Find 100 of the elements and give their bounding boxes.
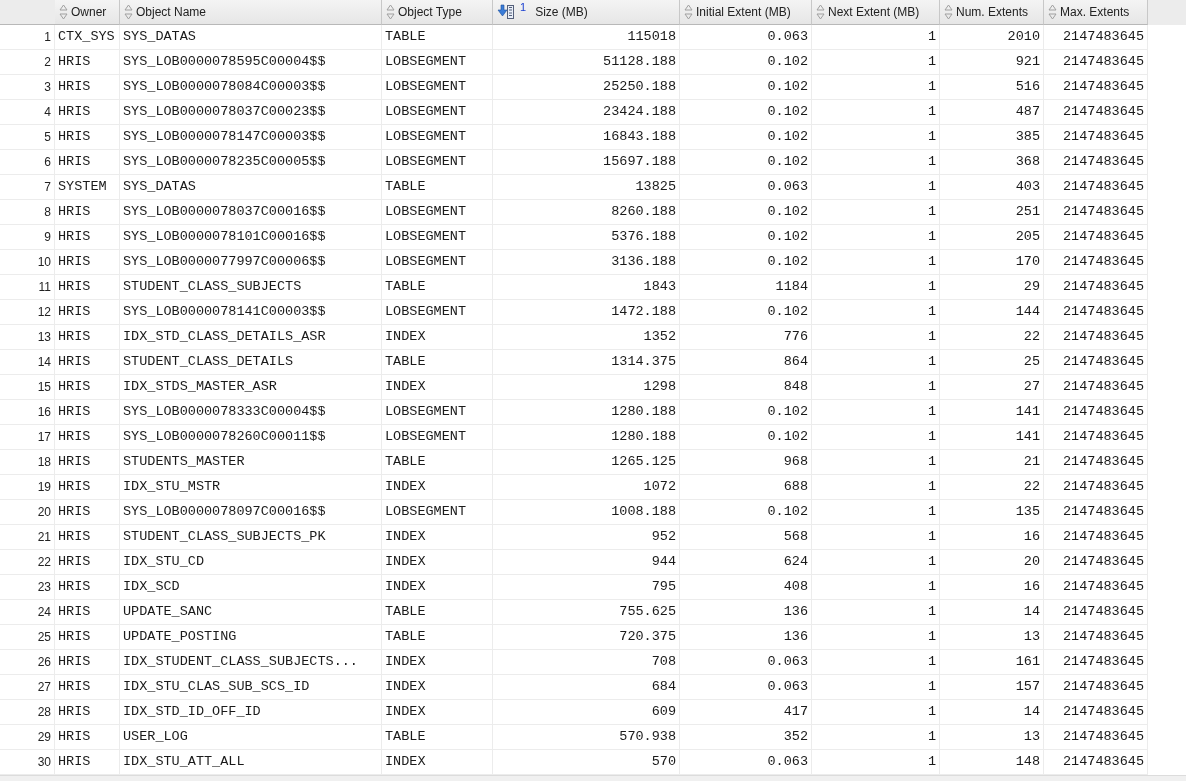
column-header[interactable]: Owner: [55, 0, 120, 25]
table-cell: SYS_LOB0000078101C00016$$: [120, 225, 382, 250]
table-cell: HRIS: [55, 675, 120, 700]
table-cell: 2147483645: [1044, 350, 1148, 375]
sort-arrows-icon: [944, 4, 953, 20]
table-cell: 720.375: [493, 625, 680, 650]
table-cell: IDX_STDS_MASTER_ASR: [120, 375, 382, 400]
row-number: 12: [0, 300, 55, 325]
table-cell: INDEX: [382, 475, 493, 500]
table-cell: 0.102: [680, 50, 812, 75]
table-cell: 1: [812, 50, 940, 75]
table-cell: 408: [680, 575, 812, 600]
column-header[interactable]: Object Name: [120, 0, 382, 25]
table-cell: 2147483645: [1044, 450, 1148, 475]
table-cell: 708: [493, 650, 680, 675]
table-cell: 2147483645: [1044, 275, 1148, 300]
column-header[interactable]: Object Type: [382, 0, 493, 25]
row-number: 16: [0, 400, 55, 425]
row-number: 8: [0, 200, 55, 225]
table-cell: 568: [680, 525, 812, 550]
corner-header: [0, 0, 55, 25]
column-header[interactable]: Max. Extents: [1044, 0, 1148, 25]
row-number: 6: [0, 150, 55, 175]
table-cell: 848: [680, 375, 812, 400]
table-cell: 1: [812, 675, 940, 700]
table-cell: 1: [812, 575, 940, 600]
column-header[interactable]: Next Extent (MB): [812, 0, 940, 25]
table-cell: HRIS: [55, 300, 120, 325]
table-cell: HRIS: [55, 375, 120, 400]
table-cell: 1: [812, 25, 940, 50]
table-cell: 2147483645: [1044, 125, 1148, 150]
table-cell: 13: [940, 625, 1044, 650]
table-cell: 2147483645: [1044, 325, 1148, 350]
table-cell: SYS_LOB0000078235C00005$$: [120, 150, 382, 175]
table-cell: 136: [680, 600, 812, 625]
table-cell: 688: [680, 475, 812, 500]
table-cell: LOBSEGMENT: [382, 425, 493, 450]
table-cell: SYS_LOB0000078097C00016$$: [120, 500, 382, 525]
table-cell: 2147483645: [1044, 600, 1148, 625]
row-number: 19: [0, 475, 55, 500]
table-cell: SYS_LOB0000078084C00003$$: [120, 75, 382, 100]
table-cell: 2147483645: [1044, 650, 1148, 675]
table-cell: 14: [940, 700, 1044, 725]
table-cell: 1: [812, 725, 940, 750]
table-cell: 2147483645: [1044, 725, 1148, 750]
table-cell: 136: [680, 625, 812, 650]
table-cell: 2147483645: [1044, 50, 1148, 75]
table-cell: HRIS: [55, 100, 120, 125]
table-cell: 0.063: [680, 675, 812, 700]
table-cell: 21: [940, 450, 1044, 475]
table-cell: LOBSEGMENT: [382, 250, 493, 275]
table-cell: LOBSEGMENT: [382, 100, 493, 125]
row-number: 13: [0, 325, 55, 350]
row-number: 3: [0, 75, 55, 100]
table-cell: 952: [493, 525, 680, 550]
table-cell: 13825: [493, 175, 680, 200]
column-header[interactable]: Num. Extents: [940, 0, 1044, 25]
table-cell: 1472.188: [493, 300, 680, 325]
table-cell: 0.102: [680, 100, 812, 125]
table-cell: LOBSEGMENT: [382, 125, 493, 150]
sort-arrows-icon: [1048, 4, 1057, 20]
table-cell: 141: [940, 400, 1044, 425]
table-cell: TABLE: [382, 625, 493, 650]
table-cell: IDX_STU_CLAS_SUB_SCS_ID: [120, 675, 382, 700]
table-cell: HRIS: [55, 575, 120, 600]
table-cell: 0.102: [680, 250, 812, 275]
table-cell: LOBSEGMENT: [382, 400, 493, 425]
table-cell: SYS_LOB0000078037C00016$$: [120, 200, 382, 225]
table-cell: STUDENT_CLASS_DETAILS: [120, 350, 382, 375]
row-number: 14: [0, 350, 55, 375]
table-cell: 487: [940, 100, 1044, 125]
sort-arrows-icon: [684, 4, 693, 20]
table-cell: HRIS: [55, 75, 120, 100]
table-cell: UPDATE_SANC: [120, 600, 382, 625]
table-cell: 2010: [940, 25, 1044, 50]
table-cell: 0.102: [680, 400, 812, 425]
table-cell: HRIS: [55, 125, 120, 150]
table-cell: USER_LOG: [120, 725, 382, 750]
column-header[interactable]: Initial Extent (MB): [680, 0, 812, 25]
table-cell: TABLE: [382, 725, 493, 750]
table-cell: HRIS: [55, 400, 120, 425]
table-cell: 25: [940, 350, 1044, 375]
column-header[interactable]: 1 Size (MB): [493, 0, 680, 25]
table-cell: IDX_STUDENT_CLASS_SUBJECTS...: [120, 650, 382, 675]
table-cell: 1: [812, 400, 940, 425]
horizontal-scrollbar[interactable]: [0, 775, 1186, 781]
table-cell: SYS_LOB0000078595C00004$$: [120, 50, 382, 75]
table-cell: TABLE: [382, 600, 493, 625]
table-cell: 2147483645: [1044, 700, 1148, 725]
table-cell: 2147483645: [1044, 550, 1148, 575]
table-cell: LOBSEGMENT: [382, 50, 493, 75]
table-cell: INDEX: [382, 650, 493, 675]
table-cell: 609: [493, 700, 680, 725]
table-cell: 1: [812, 500, 940, 525]
row-number: 28: [0, 700, 55, 725]
table-cell: 1352: [493, 325, 680, 350]
table-cell: TABLE: [382, 450, 493, 475]
table-cell: 2147483645: [1044, 200, 1148, 225]
table-cell: IDX_STD_ID_OFF_ID: [120, 700, 382, 725]
table-cell: 13: [940, 725, 1044, 750]
